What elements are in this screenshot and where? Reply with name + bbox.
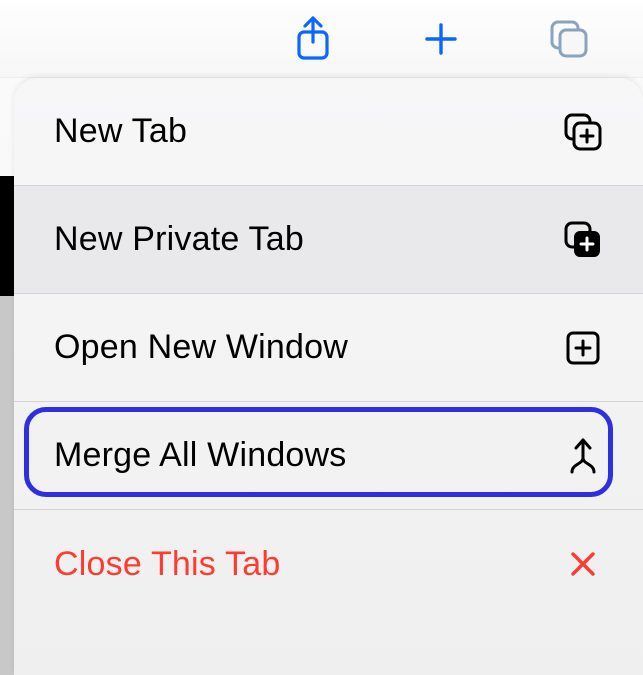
- menu-item-close-this-tab[interactable]: Close This Tab: [14, 510, 643, 618]
- new-tab-toolbar-button[interactable]: [419, 17, 463, 61]
- share-button[interactable]: [291, 17, 335, 61]
- background-sliver-grey: [0, 296, 14, 675]
- tabs-overview-button[interactable]: [547, 17, 591, 61]
- toolbar: [0, 0, 643, 78]
- share-icon: [294, 16, 332, 62]
- tabs-icon: [548, 18, 590, 60]
- new-tab-icon: [563, 112, 603, 152]
- menu-item-open-new-window[interactable]: Open New Window: [14, 294, 643, 402]
- menu-item-label: Close This Tab: [54, 545, 563, 584]
- plus-icon: [422, 20, 460, 58]
- menu-item-label: New Private Tab: [54, 220, 563, 259]
- background-sliver-dark: [0, 176, 14, 296]
- menu-item-new-private-tab[interactable]: New Private Tab: [14, 186, 643, 294]
- new-private-tab-icon: [563, 220, 603, 260]
- new-window-icon: [563, 328, 603, 368]
- menu-item-label: Merge All Windows: [54, 436, 563, 475]
- close-icon: [563, 544, 603, 584]
- merge-icon: [563, 436, 603, 476]
- menu-item-label: Open New Window: [54, 328, 563, 367]
- context-menu: New Tab New Private Tab Open New Win: [14, 78, 643, 675]
- menu-item-new-tab[interactable]: New Tab: [14, 78, 643, 186]
- menu-item-label: New Tab: [54, 112, 563, 151]
- menu-item-merge-all-windows[interactable]: Merge All Windows: [14, 402, 643, 510]
- app-frame: New Tab New Private Tab Open New Win: [0, 0, 643, 675]
